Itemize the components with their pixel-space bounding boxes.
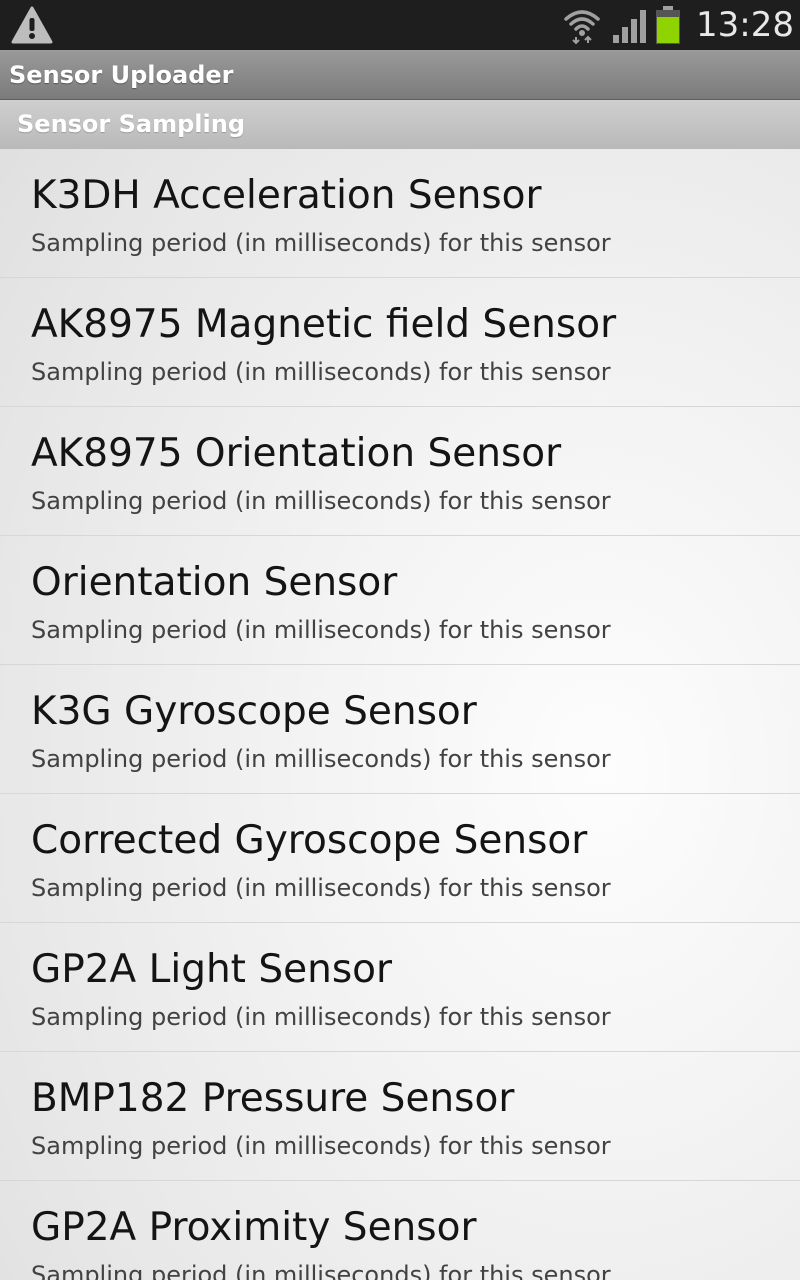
preference-title: GP2A Proximity Sensor: [31, 1205, 477, 1250]
preference-item-ak8975-orientation[interactable]: AK8975 Orientation Sensor Sampling perio…: [0, 407, 800, 536]
preference-item-orientation[interactable]: Orientation Sensor Sampling period (in m…: [0, 536, 800, 665]
preference-title: Orientation Sensor: [31, 560, 398, 605]
screen: 13:28 Sensor Uploader Sensor Sampling K3…: [0, 0, 800, 1280]
preference-item-gp2a-light[interactable]: GP2A Light Sensor Sampling period (in mi…: [0, 923, 800, 1052]
app-title: Sensor Uploader: [9, 61, 234, 89]
status-clock: 13:28: [696, 5, 794, 45]
preference-summary: Sampling period (in milliseconds) for th…: [31, 1132, 611, 1160]
preference-item-k3dh-acceleration[interactable]: K3DH Acceleration Sensor Sampling period…: [0, 149, 800, 278]
preference-summary: Sampling period (in milliseconds) for th…: [31, 487, 611, 515]
preference-summary: Sampling period (in milliseconds) for th…: [31, 745, 611, 773]
preference-item-corrected-gyroscope[interactable]: Corrected Gyroscope Sensor Sampling peri…: [0, 794, 800, 923]
battery-icon: [656, 6, 680, 44]
preference-summary: Sampling period (in milliseconds) for th…: [31, 1261, 611, 1280]
preference-item-bmp182-pressure[interactable]: BMP182 Pressure Sensor Sampling period (…: [0, 1052, 800, 1181]
preference-category-header: Sensor Sampling: [0, 100, 800, 149]
signal-icon: [613, 10, 646, 43]
preference-item-gp2a-proximity[interactable]: GP2A Proximity Sensor Sampling period (i…: [0, 1181, 800, 1280]
status-bar: 13:28: [0, 0, 800, 50]
preference-title: GP2A Light Sensor: [31, 947, 393, 992]
app-title-bar: Sensor Uploader: [0, 50, 800, 100]
preference-summary: Sampling period (in milliseconds) for th…: [31, 874, 611, 902]
preference-title: AK8975 Magnetic field Sensor: [31, 302, 617, 347]
category-title: Sensor Sampling: [17, 110, 245, 138]
preference-item-ak8975-magnetic-field[interactable]: AK8975 Magnetic field Sensor Sampling pe…: [0, 278, 800, 407]
warning-icon[interactable]: [10, 5, 54, 45]
wifi-icon: [564, 10, 600, 45]
preference-summary: Sampling period (in milliseconds) for th…: [31, 358, 611, 386]
preference-summary: Sampling period (in milliseconds) for th…: [31, 229, 611, 257]
preference-title: BMP182 Pressure Sensor: [31, 1076, 515, 1121]
preference-summary: Sampling period (in milliseconds) for th…: [31, 616, 611, 644]
preference-title: K3G Gyroscope Sensor: [31, 689, 477, 734]
preference-summary: Sampling period (in milliseconds) for th…: [31, 1003, 611, 1031]
preference-title: K3DH Acceleration Sensor: [31, 173, 542, 218]
preference-title: AK8975 Orientation Sensor: [31, 431, 562, 476]
preference-item-k3g-gyroscope[interactable]: K3G Gyroscope Sensor Sampling period (in…: [0, 665, 800, 794]
sensor-preference-list: K3DH Acceleration Sensor Sampling period…: [0, 149, 800, 1280]
preference-title: Corrected Gyroscope Sensor: [31, 818, 588, 863]
